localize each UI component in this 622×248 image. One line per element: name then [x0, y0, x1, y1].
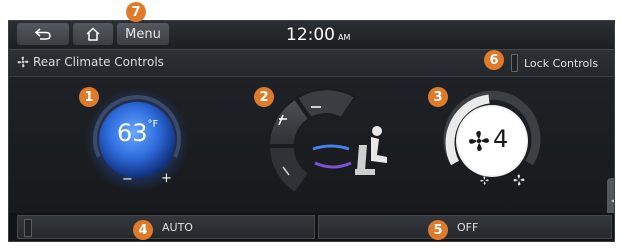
fan-decrease-icon[interactable]	[480, 176, 489, 185]
temperature-up-button[interactable]: +	[161, 171, 172, 186]
fan-speed-dial[interactable]	[437, 85, 547, 203]
fan-speed-value: 4	[493, 125, 509, 153]
back-arrow-icon	[34, 28, 51, 40]
off-label: OFF	[457, 221, 479, 234]
fan-speed-icon	[468, 130, 490, 152]
page-title: Rear Climate Controls	[17, 55, 164, 69]
airflow-mode-lower[interactable]	[267, 146, 311, 195]
clock-ampm: AM	[338, 33, 351, 42]
callout-5: 5	[428, 220, 448, 240]
clock: 12:00 AM	[286, 25, 350, 45]
rear-climate-screen: Menu 12:00 AM Rear Climate Controls Lock …	[8, 20, 615, 242]
callout-3: 3	[428, 87, 448, 107]
callout-6: 6	[484, 50, 504, 70]
airflow-arrow-lower	[314, 161, 352, 169]
chevron-left-icon: ◀	[611, 196, 614, 205]
off-button[interactable]: OFF	[318, 215, 612, 239]
seated-person-icon	[355, 126, 387, 175]
top-bar: Menu 12:00 AM	[9, 21, 614, 50]
page-title-text: Rear Climate Controls	[33, 55, 164, 69]
auto-label: AUTO	[162, 221, 193, 234]
temperature-value: 63	[117, 119, 148, 147]
temperature-unit: °F	[147, 119, 159, 130]
auto-button[interactable]: AUTO	[17, 215, 315, 239]
callout-4: 4	[133, 220, 153, 240]
temperature-down-button[interactable]: −	[122, 172, 133, 187]
back-button[interactable]	[17, 23, 69, 45]
fan-increase-icon[interactable]	[513, 174, 525, 186]
title-bar: Rear Climate Controls Lock Controls	[9, 50, 614, 77]
home-icon	[86, 27, 100, 41]
lock-controls-label: Lock Controls	[524, 56, 599, 70]
temperature-readout: 63°F	[117, 119, 158, 147]
airflow-mode-selector[interactable]	[259, 85, 399, 203]
airflow-arrow-upper	[312, 144, 350, 151]
climate-main: 63°F − + 4	[9, 77, 614, 222]
callout-1: 1	[79, 87, 99, 107]
callout-7: 7	[126, 2, 146, 22]
lock-indicator	[511, 54, 518, 72]
clock-time: 12:00	[286, 25, 335, 45]
fan-icon	[17, 56, 29, 68]
menu-button[interactable]: Menu	[117, 23, 169, 45]
lock-controls-button[interactable]: Lock Controls	[511, 53, 612, 73]
home-button[interactable]	[73, 23, 113, 45]
callout-2: 2	[254, 87, 274, 107]
bottom-bar: AUTO OFF	[9, 213, 614, 241]
auto-indicator	[24, 219, 32, 237]
